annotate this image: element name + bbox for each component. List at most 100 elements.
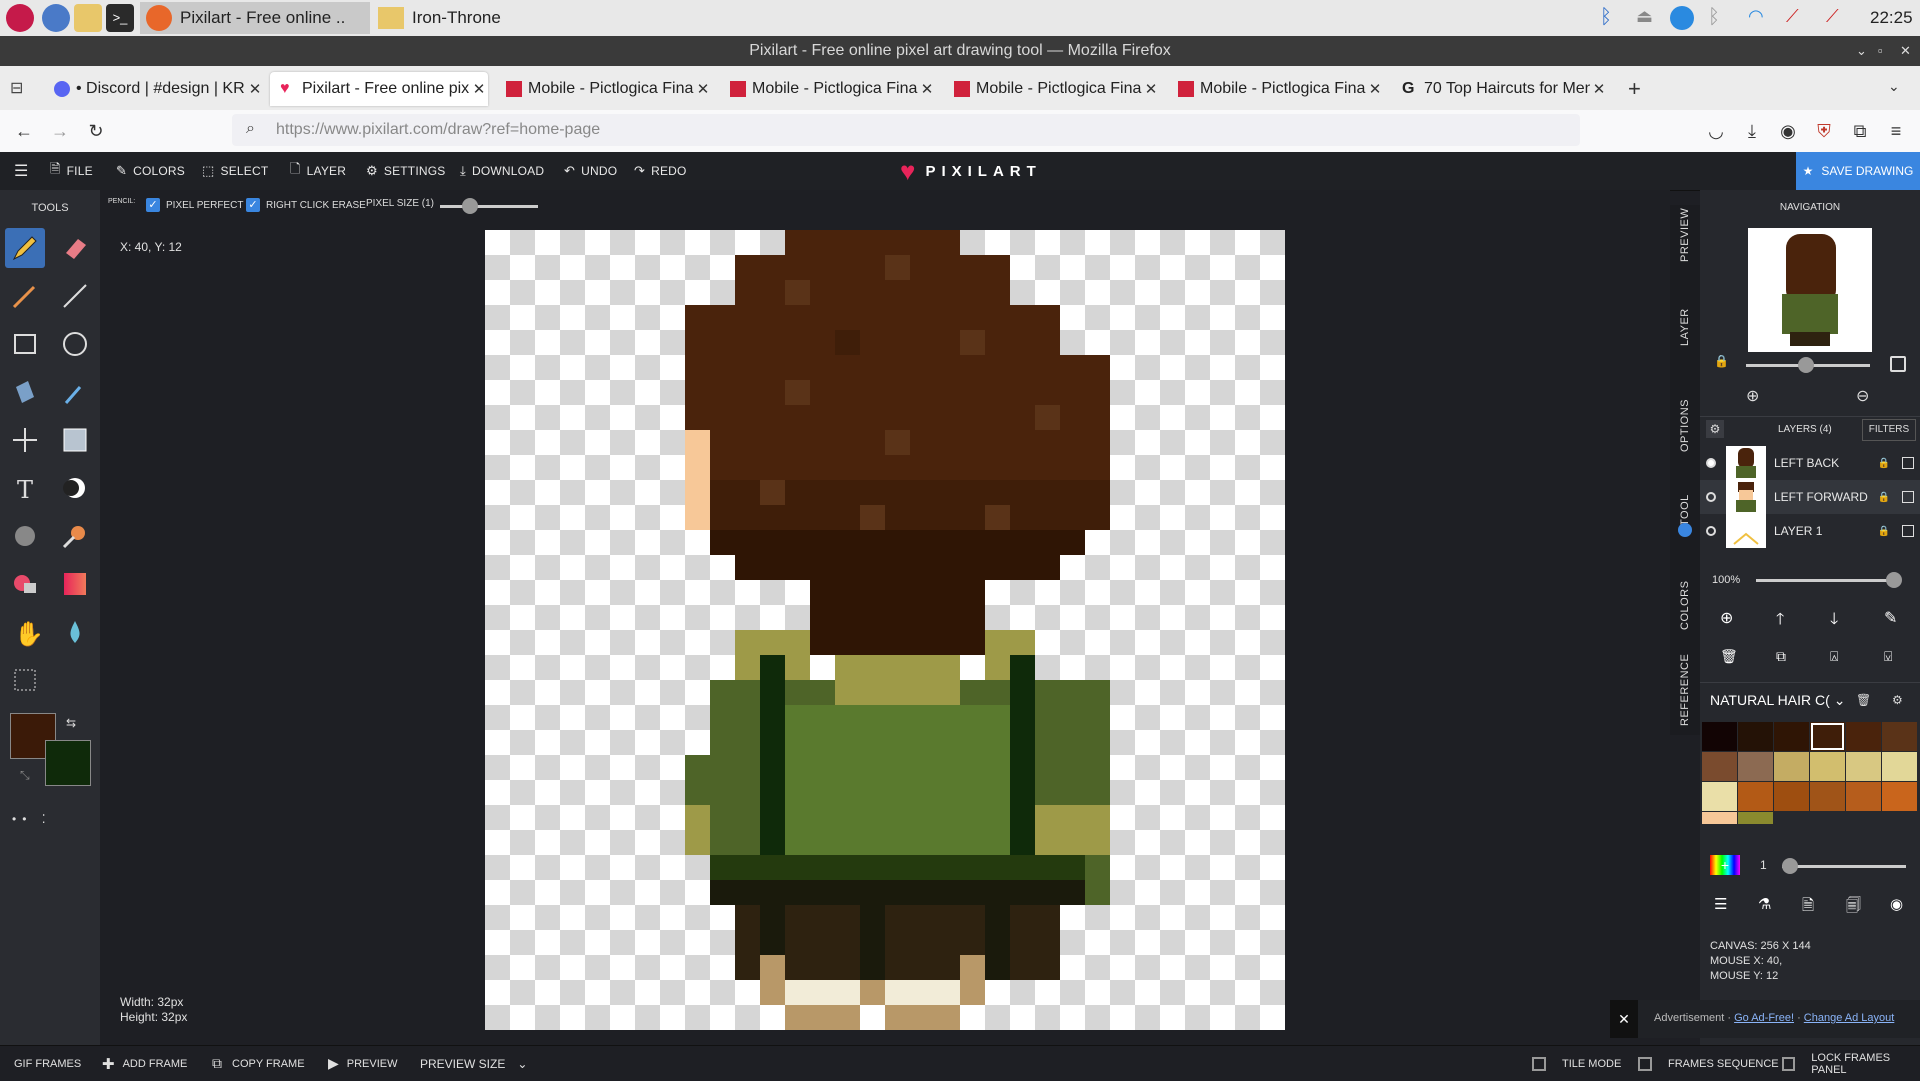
tile-mode-toggle[interactable]: TILE MODE	[1532, 1046, 1621, 1081]
add-frame-button[interactable]: ✚ ADD FRAME	[102, 1046, 187, 1081]
palette-settings-icon[interactable]: ⚙	[1892, 693, 1903, 707]
dither-tool[interactable]	[5, 516, 45, 556]
tab-pictlogica-3[interactable]: Mobile - Pictlogica Final ✕	[944, 72, 1160, 106]
slider-thumb[interactable]	[1782, 858, 1798, 874]
new-tab-icon[interactable]: +	[1628, 76, 1641, 102]
filters-button[interactable]: FILTERS	[1862, 419, 1916, 441]
close-tab-icon[interactable]: ✕	[694, 80, 712, 98]
palette-swatch[interactable]	[1882, 752, 1917, 781]
palette-swatch[interactable]	[1774, 722, 1809, 751]
tab-discord[interactable]: • Discord | #design | KR ✕	[44, 72, 264, 106]
ellipse-tool[interactable]	[55, 324, 95, 364]
network-off-icon[interactable]: ⟋	[1786, 6, 1810, 30]
rename-layer-icon[interactable]: ✎	[1884, 608, 1897, 628]
taskbar-task-firefox[interactable]: Pixilart - Free online ..	[140, 2, 370, 34]
slider-thumb[interactable]	[1798, 357, 1814, 373]
menu-settings[interactable]: ⚙ SETTINGS	[366, 152, 445, 190]
layer-lock-icon[interactable]: 🔒	[1878, 492, 1890, 503]
tab-pictlogica-4[interactable]: Mobile - Pictlogica Final ✕	[1168, 72, 1384, 106]
layer-select-radio[interactable]	[1706, 492, 1716, 502]
palette-swatch[interactable]	[1774, 782, 1809, 811]
flask-icon[interactable]: ⚗	[1758, 895, 1771, 913]
menu-colors[interactable]: ✎ COLORS	[116, 152, 185, 190]
slider-thumb[interactable]	[1886, 572, 1902, 588]
merge-down-icon[interactable]: ⍌	[1884, 648, 1892, 665]
downloads-icon[interactable]: ⤓	[1740, 119, 1764, 143]
menu-select[interactable]: ⬚ SELECT	[202, 152, 268, 190]
gradient-tool[interactable]	[55, 564, 95, 604]
tab-pictlogica-1[interactable]: Mobile - Pictlogica Final ✕	[496, 72, 712, 106]
palette-swatch[interactable]	[1882, 782, 1917, 811]
close-tab-icon[interactable]: ✕	[1590, 80, 1608, 98]
stamp-tool[interactable]	[55, 516, 95, 556]
palette-selector[interactable]: NATURAL HAIR C( ⌄	[1710, 692, 1845, 709]
line-tool[interactable]	[55, 276, 95, 316]
list-tabs-icon[interactable]: ⌄	[1888, 78, 1900, 95]
layer-settings-icon[interactable]: ⚙	[1706, 420, 1724, 438]
delete-layer-icon[interactable]: 🗑	[1720, 648, 1738, 665]
minimize-icon[interactable]: ⌄	[1856, 36, 1867, 66]
eject-icon[interactable]: ⏏	[1636, 6, 1660, 30]
blur-tool[interactable]	[55, 612, 95, 652]
save-drawing-button[interactable]: ★ SAVE DRAWING	[1796, 152, 1920, 190]
tab-pixilart[interactable]: ♥ Pixilart - Free online pix ✕	[270, 72, 488, 106]
pocket-icon[interactable]: ◡	[1704, 119, 1728, 143]
menu-file[interactable]: 🗎 FILE	[50, 152, 93, 190]
layer-select-radio[interactable]	[1706, 526, 1716, 536]
pixel-size-slider[interactable]	[440, 198, 538, 214]
menu-download[interactable]: ⤓ DOWNLOAD	[460, 152, 544, 190]
account-icon[interactable]: ◉	[1776, 119, 1800, 143]
layer-lock-icon[interactable]: 🔒	[1878, 526, 1890, 537]
palette-swatch[interactable]	[1702, 752, 1737, 781]
move-tool[interactable]	[5, 420, 45, 460]
ublock-icon[interactable]: ⛨	[1812, 119, 1836, 143]
palette-swatch[interactable]	[1846, 752, 1881, 781]
change-ad-layout-link[interactable]: Change Ad Layout	[1804, 1012, 1895, 1024]
palette-swatch[interactable]	[1702, 812, 1737, 824]
forward-icon[interactable]: →	[48, 119, 72, 143]
browser-launcher-icon[interactable]	[42, 4, 70, 32]
layer-select-radio[interactable]	[1706, 458, 1716, 468]
pixilart-logo[interactable]: ♥ PIXILART	[900, 152, 1042, 190]
reload-icon[interactable]: ↻	[84, 119, 108, 143]
zoom-in-icon[interactable]: ⊕	[1746, 386, 1759, 406]
merge-up-icon[interactable]: ⍓	[1830, 648, 1838, 665]
secondary-color-swatch[interactable]	[45, 740, 91, 786]
rectangle-tool[interactable]	[5, 324, 45, 364]
tab-colors[interactable]: COLORS	[1670, 565, 1700, 645]
navigation-preview[interactable]	[1748, 228, 1872, 352]
close-tab-icon[interactable]: ✕	[918, 80, 936, 98]
taskbar-task-folder[interactable]: Iron-Throne	[374, 2, 574, 34]
layer-row-left-forward[interactable]: LEFT FORWARD 🔒	[1700, 480, 1920, 514]
export-palette-icon[interactable]: 🗐	[1846, 895, 1861, 920]
close-tab-icon[interactable]: ✕	[470, 80, 488, 98]
brush-size-slider[interactable]	[1782, 858, 1906, 874]
replace-color-tool[interactable]	[5, 564, 45, 604]
opacity-slider[interactable]	[1756, 572, 1902, 588]
drawing-canvas[interactable]	[485, 230, 1285, 1030]
bluetooth-off-icon[interactable]: ᛒ	[1708, 6, 1732, 30]
layer-lock-icon[interactable]: 🔒	[1878, 458, 1890, 469]
wifi-icon[interactable]: ◠	[1748, 6, 1772, 30]
crop-tool[interactable]	[5, 660, 45, 700]
preview-button[interactable]: ▶ PREVIEW	[328, 1046, 398, 1081]
eyedropper-tool[interactable]	[55, 372, 95, 412]
update-icon[interactable]	[1670, 6, 1694, 30]
move-layer-up-icon[interactable]: 🡑	[1776, 608, 1784, 635]
tab-reference[interactable]: REFERENCE	[1670, 645, 1700, 735]
palette-swatch[interactable]	[1738, 722, 1773, 751]
close-window-icon[interactable]: ✕	[1900, 36, 1911, 66]
copy-frame-button[interactable]: ⧉ COPY FRAME	[212, 1046, 305, 1081]
layer-visibility-icon[interactable]	[1902, 457, 1914, 469]
terminal-icon[interactable]: >_	[106, 4, 134, 32]
close-tab-icon[interactable]: ✕	[1366, 80, 1384, 98]
go-ad-free-link[interactable]: Go Ad-Free!	[1734, 1012, 1794, 1024]
tab-layer[interactable]: LAYER	[1670, 297, 1700, 357]
swap-colors-icon[interactable]: ⇆	[66, 716, 76, 730]
pencil-tool[interactable]	[5, 228, 45, 268]
move-layer-down-icon[interactable]: 🡓	[1830, 608, 1838, 635]
palette-swatch[interactable]	[1702, 782, 1737, 811]
close-ad-icon[interactable]: ✕	[1610, 1000, 1638, 1038]
tab-preview[interactable]: PREVIEW	[1670, 205, 1700, 265]
palette-swatch[interactable]	[1810, 752, 1845, 781]
